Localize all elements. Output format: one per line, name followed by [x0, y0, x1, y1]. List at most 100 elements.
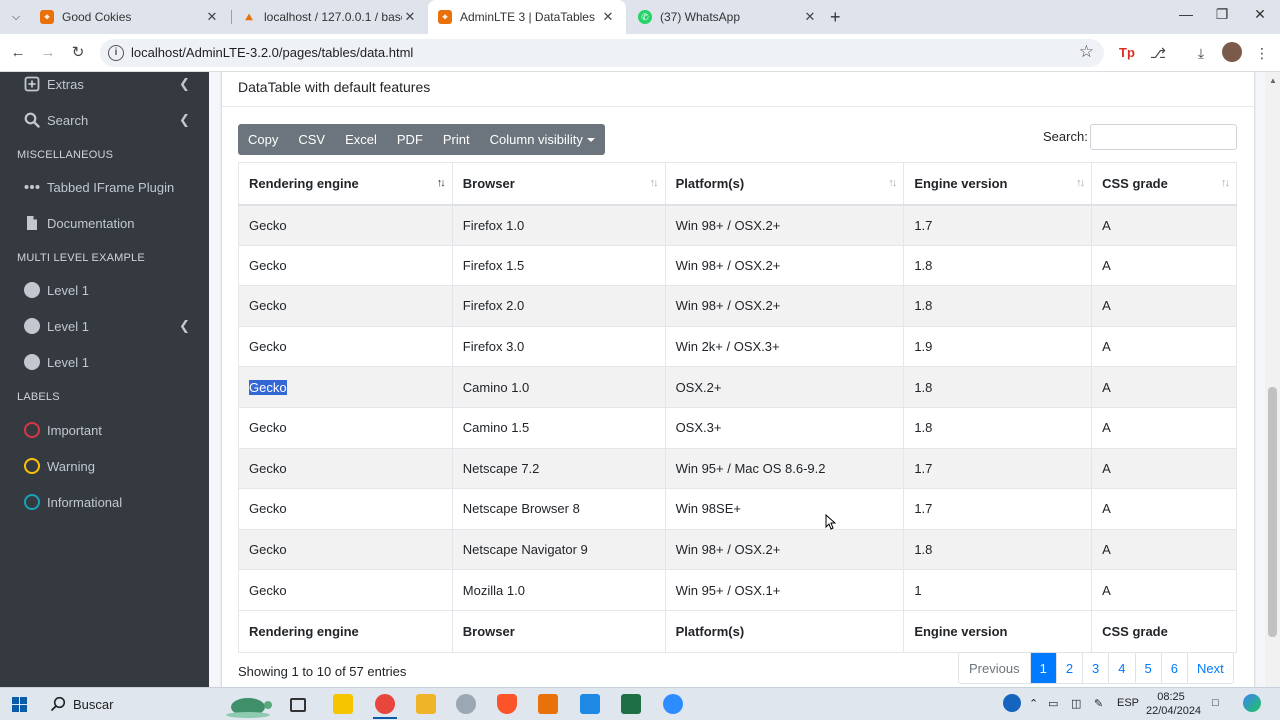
csv-button[interactable]: CSV	[288, 124, 335, 155]
column-header-engine-version[interactable]: Engine version ↑↓	[903, 162, 1093, 206]
browser-tab-adminlte[interactable]: ⌖ AdminLTE 3 | DataTables ✕	[428, 0, 626, 34]
column-header-css-grade[interactable]: CSS grade ↑↓	[1091, 162, 1237, 206]
table-row[interactable]: Gecko Firefox 1.0 Win 98+ / OSX.2+ 1.7 A	[238, 204, 1237, 246]
excel-icon[interactable]	[621, 694, 641, 714]
sort-icon: ↑↓	[888, 177, 897, 189]
taskbar-clock[interactable]: 08:25 22/04/2024	[1146, 690, 1201, 718]
close-tab-icon[interactable]: ✕	[802, 9, 818, 25]
table-cell: Firefox 2.0	[451, 285, 666, 327]
browser-tab-whatsapp[interactable]: ✆ (37) WhatsApp ✕	[628, 0, 828, 34]
table-row[interactable]: Gecko Camino 1.0 OSX.2+ 1.8 A	[238, 366, 1237, 408]
help-icon[interactable]	[1003, 694, 1021, 712]
bookmark-star-icon[interactable]: ☆	[1079, 42, 1094, 62]
close-tab-icon[interactable]: ✕	[204, 9, 220, 25]
column-header-rendering-engine[interactable]: Rendering engine ↑↓	[238, 162, 453, 206]
sidebar-item-extras[interactable]: Extras ❮	[0, 67, 209, 101]
new-tab-icon[interactable]: +	[830, 7, 841, 28]
sidebar-item-level-1-expandable[interactable]: Level 1 ❮	[0, 309, 209, 343]
pagination-page-5[interactable]: 5	[1134, 653, 1161, 683]
task-view-icon[interactable]	[290, 698, 306, 712]
column-visibility-button[interactable]: Column visibility	[480, 124, 605, 155]
table-row[interactable]: Gecko Netscape 7.2 Win 95+ / Mac OS 8.6-9.…	[238, 447, 1237, 490]
table-row[interactable]: Gecko Firefox 3.0 Win 2k+ / OSX.3+ 1.9 A	[238, 325, 1237, 368]
url-omnibox[interactable]: i localhost/AdminLTE-3.2.0/pages/tables/…	[100, 39, 1104, 67]
pagination-next[interactable]: Next	[1186, 653, 1233, 683]
brave-icon[interactable]	[497, 694, 517, 714]
search-input[interactable]	[1090, 124, 1237, 150]
sidebar-item-level-1[interactable]: Level 1	[0, 345, 209, 379]
print-button[interactable]: Print	[433, 124, 480, 155]
scrollbar-thumb[interactable]	[1268, 387, 1277, 637]
sidebar-item-documentation[interactable]: Documentation	[0, 206, 209, 240]
file-explorer-icon[interactable]	[416, 694, 436, 714]
forward-arrow-icon[interactable]: →	[38, 43, 58, 63]
chevron-up-icon[interactable]: ⌃	[1029, 697, 1038, 710]
table-cell: Gecko	[238, 366, 453, 408]
page-scrollbar[interactable]: ▲	[1265, 72, 1280, 687]
profile-avatar[interactable]	[1222, 42, 1242, 62]
restore-icon[interactable]: ❐	[1212, 6, 1232, 23]
pdf-button[interactable]: PDF	[387, 124, 433, 155]
table-cell-text: Firefox 1.5	[462, 257, 525, 273]
scroll-up-icon[interactable]: ▲	[1269, 76, 1277, 85]
download-icon[interactable]: ⤓	[1191, 43, 1211, 63]
pagination-page-3[interactable]: 3	[1082, 653, 1108, 683]
column-header-label: Rendering engine	[249, 175, 359, 191]
export-button-group: Copy CSV Excel PDF Print Column visibili…	[238, 124, 605, 155]
close-tab-icon[interactable]: ✕	[402, 9, 418, 25]
app-icon[interactable]	[456, 694, 476, 714]
minimize-icon[interactable]: —	[1176, 6, 1196, 22]
table-cell-text: Win 98+ / OSX.2+	[675, 257, 781, 273]
table-row[interactable]: Gecko Firefox 2.0 Win 98+ / OSX.2+ 1.8 A	[238, 285, 1237, 327]
extension-tp-icon[interactable]: Tp	[1117, 43, 1137, 63]
pagination-previous[interactable]: Previous	[959, 653, 1030, 683]
table-row[interactable]: Gecko Camino 1.5 OSX.3+ 1.8 A	[238, 406, 1237, 449]
column-header-label: Browser	[462, 175, 515, 191]
chrome-icon[interactable]	[373, 694, 397, 719]
sidebar-item-informational[interactable]: Informational	[0, 485, 209, 519]
xampp-icon[interactable]	[538, 694, 558, 714]
table-cell: Camino 1.5	[451, 406, 666, 449]
table-row[interactable]: Gecko Netscape Navigator 9 Win 98+ / OSX.2…	[238, 528, 1237, 571]
browser-tab-phpmyadmin[interactable]: ⛰ localhost / 127.0.0.1 / base_pu ✕	[232, 0, 428, 34]
close-tab-icon[interactable]: ✕	[600, 9, 616, 25]
battery-icon[interactable]: ▭	[1048, 697, 1058, 710]
close-window-icon[interactable]: ✕	[1250, 6, 1270, 23]
sidebar-item-tabbed-iframe[interactable]: Tabbed IFrame Plugin	[0, 170, 209, 204]
input-language[interactable]: ESP	[1117, 697, 1139, 709]
table-header-row: Rendering engine ↑↓ Browser ↑↓ Platform(s)…	[238, 162, 1237, 206]
zoom-icon[interactable]	[663, 694, 683, 714]
pagination-page-1[interactable]: 1	[1029, 653, 1056, 683]
sticky-notes-icon[interactable]	[333, 694, 353, 714]
back-arrow-icon[interactable]: ←	[8, 43, 28, 63]
table-cell-text: 1.8	[914, 542, 933, 558]
reload-icon[interactable]: ↻	[68, 43, 88, 63]
copy-button[interactable]: Copy	[238, 124, 288, 155]
column-header-browser[interactable]: Browser ↑↓	[451, 162, 666, 206]
table-row[interactable]: Gecko Firefox 1.5 Win 98+ / OSX.2+ 1.8 A	[238, 244, 1237, 287]
extensions-puzzle-icon[interactable]: ⎇	[1148, 43, 1168, 63]
network-icon[interactable]: ◫	[1071, 697, 1081, 710]
table-row[interactable]: Gecko Netscape Browser 8 Win 98SE+ 1.7 A	[238, 488, 1237, 530]
browser-tab-good-cokies[interactable]: ⌖ Good Cokies ✕	[30, 0, 230, 34]
pagination-page-4[interactable]: 4	[1108, 653, 1134, 683]
tab-search-chevron-icon[interactable]: ⌵	[8, 9, 24, 25]
excel-button[interactable]: Excel	[335, 124, 387, 155]
sidebar-item-search[interactable]: Search ❮	[0, 103, 209, 137]
sidebar-item-important[interactable]: Important	[0, 413, 209, 447]
copilot-icon[interactable]	[1243, 694, 1261, 712]
pagination-page-6[interactable]: 6	[1160, 653, 1187, 683]
notifications-icon[interactable]: □	[1212, 697, 1219, 709]
sidebar-item-level-1[interactable]: Level 1	[0, 273, 209, 307]
vscode-icon[interactable]	[580, 694, 600, 714]
site-info-icon[interactable]: i	[108, 45, 124, 61]
browser-menu-icon[interactable]: ⋮	[1252, 43, 1272, 63]
windows-start-icon[interactable]	[12, 697, 27, 712]
column-header-platforms[interactable]: Platform(s) ↑↓	[664, 162, 905, 206]
browser-tab-title: localhost / 127.0.0.1 / base_pu	[264, 10, 402, 24]
sidebar-item-warning[interactable]: Warning	[0, 449, 209, 483]
pagination-page-2[interactable]: 2	[1055, 653, 1082, 683]
table-row[interactable]: Gecko Mozilla 1.0 Win 95+ / OSX.1+ 1 A	[238, 569, 1237, 611]
pen-icon[interactable]: ✎	[1094, 697, 1103, 710]
table-cell-text: 1.9	[914, 339, 933, 355]
